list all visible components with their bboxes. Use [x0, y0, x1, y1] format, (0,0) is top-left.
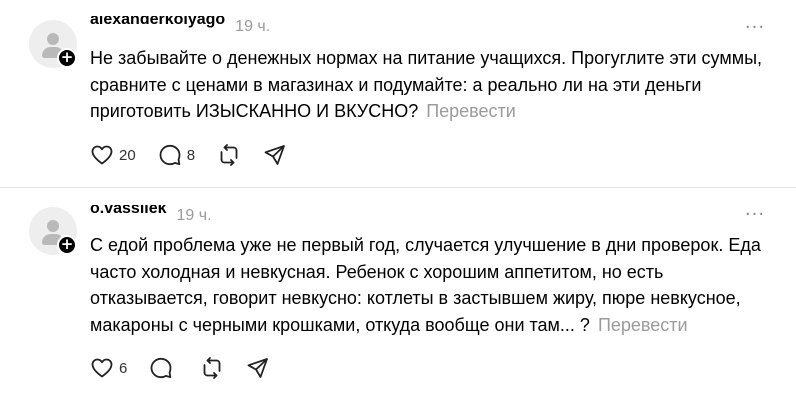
username[interactable]: o.vassilek — [90, 205, 167, 220]
share-button[interactable] — [246, 356, 270, 380]
post: + alexanderkolyago 19 ч. ··· Не забывайт… — [0, 0, 796, 187]
share-button[interactable] — [263, 143, 287, 167]
more-icon[interactable]: ··· — [743, 206, 767, 224]
translate-link[interactable]: Перевести — [598, 315, 688, 335]
repost-icon — [203, 357, 221, 379]
like-count: 6 — [119, 359, 128, 377]
comment-icon — [159, 144, 181, 166]
post-header: o.vassilek 19 ч. — [90, 205, 212, 227]
avatar[interactable]: + — [29, 20, 77, 68]
post: + o.vassilek 19 ч. ··· С едой проблема у… — [0, 188, 796, 401]
avatar-head — [47, 33, 59, 45]
like-button[interactable]: 20 — [90, 143, 136, 167]
share-icon — [247, 358, 269, 378]
like-button[interactable]: 6 — [90, 356, 127, 380]
plus-icon[interactable]: + — [57, 48, 77, 68]
reply-count: 8 — [186, 146, 196, 164]
heart-icon — [91, 358, 113, 378]
comment-icon — [150, 357, 172, 379]
heart-icon — [91, 145, 113, 165]
share-icon — [264, 145, 285, 165]
repost-icon — [220, 144, 238, 166]
more-icon[interactable]: ··· — [743, 19, 767, 37]
avatar[interactable]: + — [29, 207, 77, 255]
username[interactable]: alexanderkolyago — [90, 16, 225, 31]
post-header: alexanderkolyago 19 ч. — [90, 16, 270, 38]
repost-button[interactable] — [200, 356, 224, 380]
timestamp[interactable]: 19 ч. — [177, 205, 212, 227]
reply-button[interactable] — [149, 356, 178, 380]
like-count: 20 — [119, 146, 136, 164]
avatar-head — [47, 220, 59, 232]
reply-button[interactable]: 8 — [158, 143, 195, 167]
post-text: С едой проблема уже не первый год, случа… — [90, 232, 776, 338]
plus-icon[interactable]: + — [57, 235, 77, 255]
threads-feed: + alexanderkolyago 19 ч. ··· Не забывайт… — [0, 0, 796, 401]
post-actions: 6 — [90, 356, 292, 380]
post-text: Не забывайте о денежных нормах на питани… — [90, 45, 776, 125]
repost-button[interactable] — [217, 143, 241, 167]
timestamp[interactable]: 19 ч. — [235, 16, 270, 38]
translate-link[interactable]: Перевести — [426, 101, 516, 121]
post-actions: 20 8 — [90, 143, 309, 167]
